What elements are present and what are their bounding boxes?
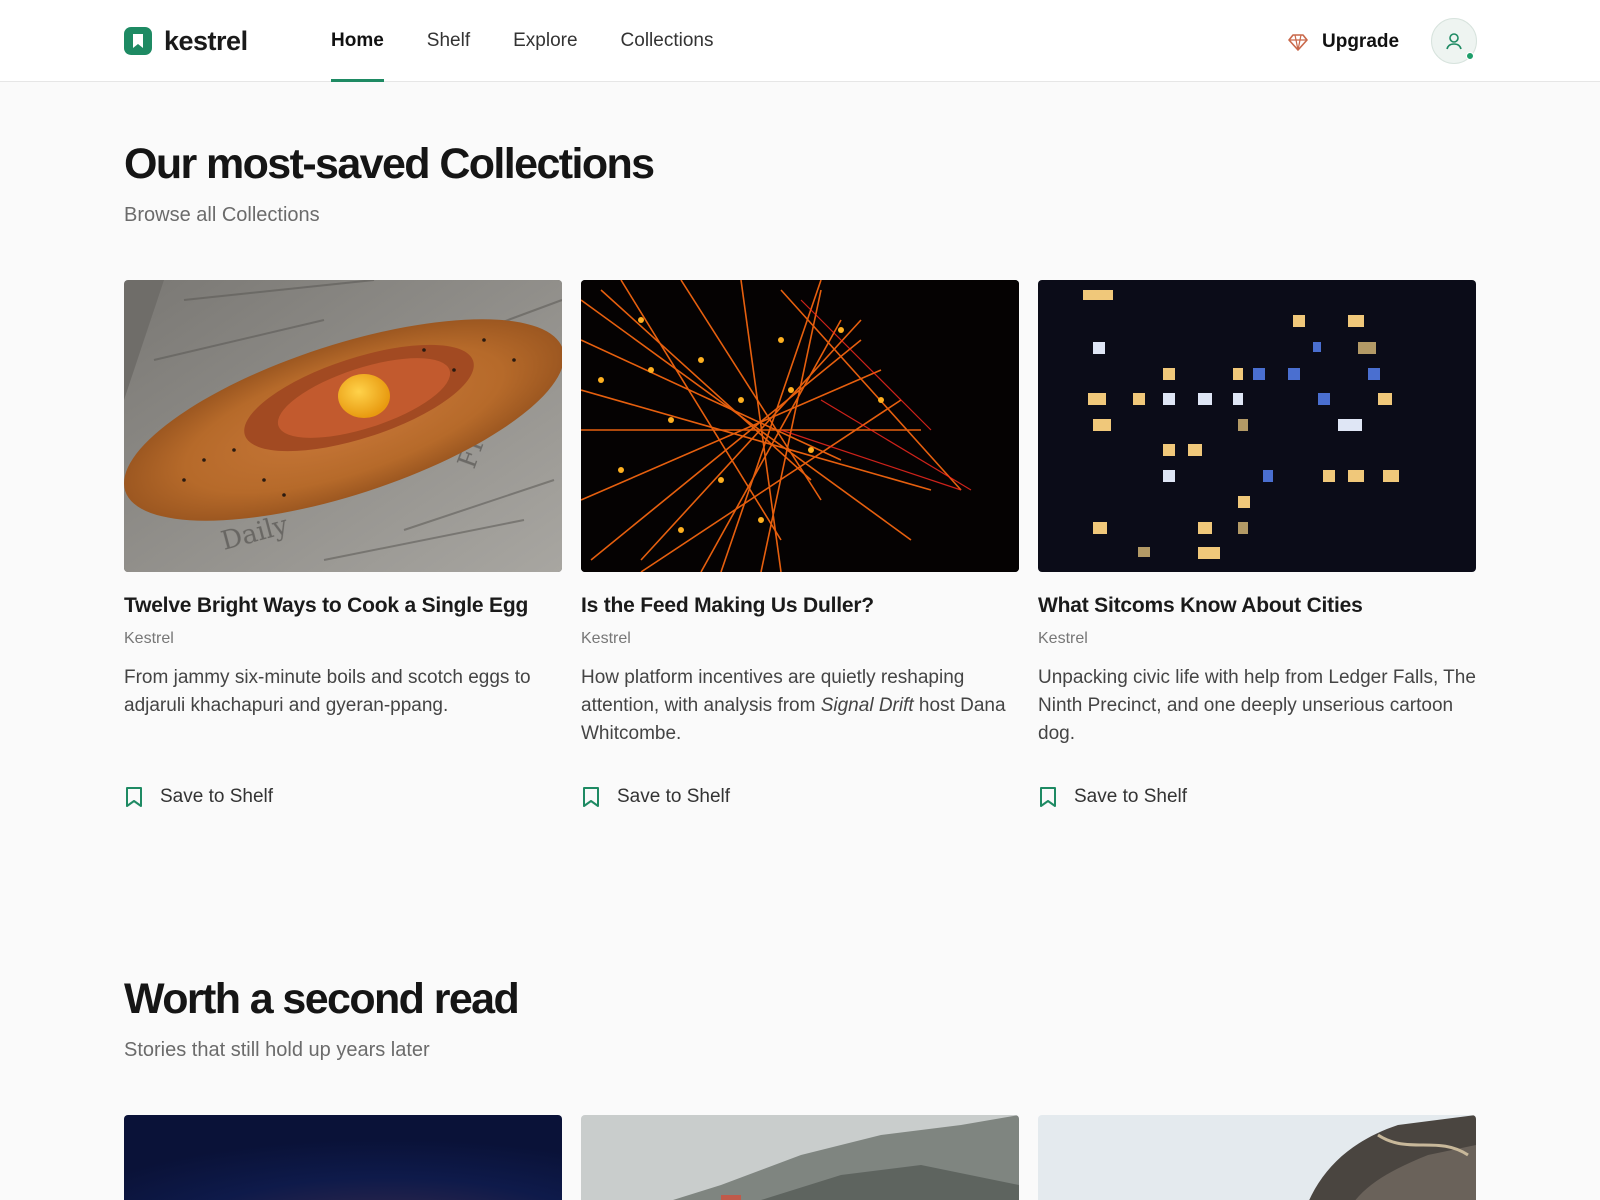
save-label: Save to Shelf (617, 786, 731, 807)
story-image-misty-hill[interactable] (581, 1115, 1019, 1200)
save-to-shelf-button[interactable]: Save to Shelf (124, 786, 562, 808)
collection-card[interactable]: Daily FRENCH Twelve Bright Ways to Cook … (124, 280, 562, 808)
online-status-dot (1466, 52, 1474, 60)
browse-all-collections-link[interactable]: Browse all Collections (124, 204, 320, 227)
nav-home[interactable]: Home (331, 0, 384, 82)
bookmark-icon (126, 787, 142, 807)
save-to-shelf-button[interactable]: Save to Shelf (581, 786, 1019, 808)
save-to-shelf-button[interactable]: Save to Shelf (1038, 786, 1476, 808)
bookmark-icon (583, 787, 599, 807)
collection-card[interactable]: Is the Feed Making Us Duller? Kestrel Ho… (581, 280, 1019, 808)
desc-text: Unpacking civic life with help from Ledg… (1038, 667, 1476, 744)
card-title[interactable]: Is the Feed Making Us Duller? (581, 594, 1019, 618)
bookmark-logo-icon (124, 27, 152, 55)
logo[interactable]: kestrel (124, 24, 248, 58)
save-label: Save to Shelf (1074, 786, 1188, 807)
upgrade-label: Upgrade (1322, 31, 1400, 52)
card-description: From jammy six-minute boils and scotch e… (124, 664, 562, 776)
card-description: Unpacking civic life with help from Ledg… (1038, 664, 1476, 776)
nav-collections[interactable]: Collections (621, 0, 714, 82)
story-image-night-sky[interactable] (124, 1115, 562, 1200)
story-image-rocky-tree[interactable] (1038, 1115, 1476, 1200)
card-author: Kestrel (581, 630, 631, 647)
desc-text: From jammy six-minute boils and scotch e… (124, 667, 531, 716)
user-icon (1446, 33, 1462, 50)
bookmark-icon (1040, 787, 1056, 807)
card-title[interactable]: What Sitcoms Know About Cities (1038, 594, 1476, 618)
upgrade-button[interactable]: Upgrade (1288, 26, 1399, 58)
collection-card[interactable]: What Sitcoms Know About Cities Kestrel U… (1038, 280, 1476, 808)
save-label: Save to Shelf (160, 786, 274, 807)
card-image-egg[interactable]: Daily FRENCH (124, 280, 562, 572)
avatar[interactable] (1431, 18, 1477, 64)
section-title-second-read: Worth a second read (124, 975, 520, 1023)
card-image-network[interactable] (581, 280, 1019, 572)
nav-explore[interactable]: Explore (513, 0, 577, 82)
card-image-building[interactable] (1038, 280, 1476, 572)
card-title[interactable]: Twelve Bright Ways to Cook a Single Egg (124, 594, 562, 618)
main-nav: Home Shelf Explore Collections (331, 0, 756, 82)
card-description: How platform incentives are quietly resh… (581, 664, 1019, 776)
section-subtitle: Stories that still hold up years later (124, 1039, 430, 1061)
logo-text: kestrel (164, 25, 248, 56)
show-title-italic: Signal Drift (820, 695, 914, 716)
nav-shelf[interactable]: Shelf (427, 0, 470, 82)
card-author: Kestrel (124, 630, 174, 647)
diamond-icon (1288, 34, 1308, 51)
card-author: Kestrel (1038, 630, 1088, 647)
top-header: kestrel Home Shelf Explore Collections U… (0, 0, 1600, 82)
section-title-collections: Our most-saved Collections (124, 140, 655, 188)
